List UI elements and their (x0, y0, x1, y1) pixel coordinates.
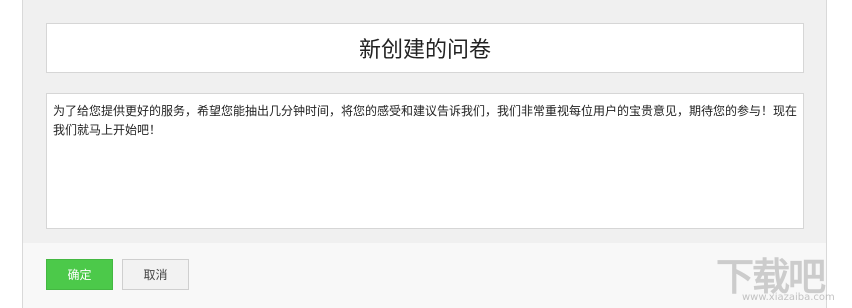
confirm-button[interactable]: 确定 (46, 259, 113, 290)
survey-title-text: 新创建的问卷 (358, 38, 491, 63)
survey-intro-text: 为了给您提供更好的服务，希望您能抽出几分钟时间，将您的感受和建议告诉我们，我们非… (53, 104, 798, 137)
survey-title-field[interactable]: 新创建的问卷 (46, 23, 804, 73)
dialog-footer: 确定 取消 (23, 243, 826, 308)
survey-edit-dialog: 新创建的问卷 为了给您提供更好的服务，希望您能抽出几分钟时间，将您的感受和建议告… (22, 0, 827, 308)
cancel-button[interactable]: 取消 (122, 259, 189, 290)
survey-intro-textarea[interactable]: 为了给您提供更好的服务，希望您能抽出几分钟时间，将您的感受和建议告诉我们，我们非… (46, 93, 804, 229)
